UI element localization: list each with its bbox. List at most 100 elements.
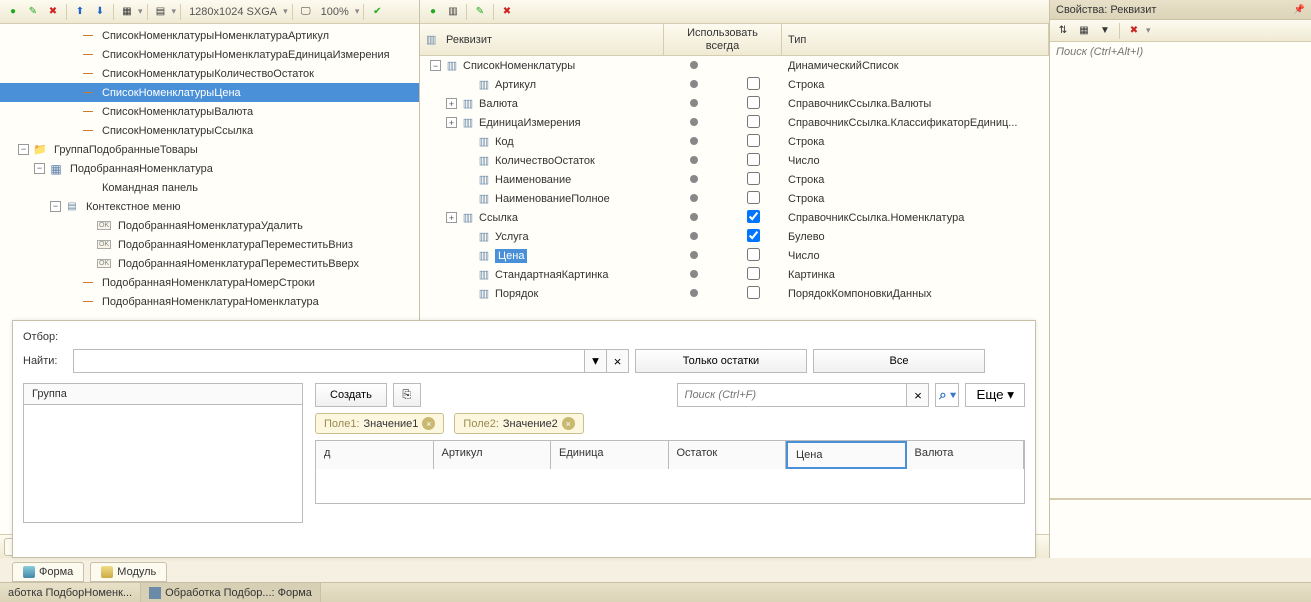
tree-toggle-icon[interactable] — [66, 68, 77, 79]
tree-item[interactable]: СписокНоменклатурыВалюта — [0, 102, 419, 121]
more-button[interactable]: Еще ▾ — [965, 383, 1025, 407]
tree-toggle-icon[interactable] — [82, 239, 93, 250]
col-type[interactable]: Тип — [782, 24, 1049, 55]
create-button[interactable]: Создать — [315, 383, 387, 407]
list-search-input[interactable] — [678, 384, 906, 406]
tree-item[interactable]: Командная панель — [0, 178, 419, 197]
col-attribute[interactable]: Реквизит — [420, 24, 664, 55]
zoom-selector[interactable]: 100% — [317, 6, 353, 18]
resolution-selector[interactable]: 1280x1024 SXGA — [185, 6, 281, 18]
tree-item[interactable]: −Контекстное меню — [0, 197, 419, 216]
tree-item[interactable]: СписокНоменклатурыСсылка — [0, 121, 419, 140]
group-list[interactable] — [23, 405, 303, 523]
column-header[interactable]: Артикул — [434, 441, 552, 469]
filter-chip-1[interactable]: Поле1: Значение1 × — [315, 413, 444, 434]
tree-toggle-icon[interactable] — [66, 87, 77, 98]
tab-module[interactable]: Модуль — [90, 562, 167, 582]
chip-close-icon[interactable]: × — [422, 417, 435, 430]
use-always-checkbox[interactable] — [747, 96, 760, 109]
up-icon[interactable]: ⬆ — [71, 3, 89, 21]
grid-row[interactable]: НаименованиеПолноеСтрока — [420, 189, 1049, 208]
only-balance-button[interactable]: Только остатки — [635, 349, 807, 373]
tree-item[interactable]: СписокНоменклатурыКоличествоОстаток — [0, 64, 419, 83]
tree-item[interactable]: СписокНоменклатурыНоменклатураАртикул — [0, 26, 419, 45]
find-dropdown-icon[interactable]: ▾ — [584, 350, 606, 372]
display-icon[interactable]: 🖵 — [297, 3, 315, 21]
all-button[interactable]: Все — [813, 349, 985, 373]
grid-toggle-icon[interactable]: + — [446, 98, 457, 109]
check-icon[interactable]: ✔ — [368, 3, 386, 21]
use-always-checkbox[interactable] — [747, 77, 760, 90]
use-always-checkbox[interactable] — [747, 267, 760, 280]
use-always-checkbox[interactable] — [747, 172, 760, 185]
tree-item[interactable]: OKПодобраннаяНоменклатураПереместитьВвер… — [0, 254, 419, 273]
dropdown-icon[interactable]: ▾ — [1146, 25, 1151, 36]
grid-row[interactable]: КоличествоОстатокЧисло — [420, 151, 1049, 170]
tree-toggle-icon[interactable]: − — [50, 201, 61, 212]
column-header[interactable]: Цена — [786, 441, 907, 469]
tree-toggle-icon[interactable]: − — [34, 163, 45, 174]
column-header[interactable]: Остаток — [669, 441, 787, 469]
tree-toggle-icon[interactable]: − — [18, 144, 29, 155]
tree-toggle-icon[interactable] — [66, 30, 77, 41]
grid-row[interactable]: УслугаБулево — [420, 227, 1049, 246]
sort-icon[interactable]: ⇅ — [1054, 22, 1072, 40]
tree-toggle-icon[interactable] — [66, 277, 77, 288]
columns-icon[interactable]: ▥ — [444, 3, 462, 21]
tab-form[interactable]: Форма — [12, 562, 84, 582]
tree-item[interactable]: ПодобраннаяНоменклатураНоменклатура — [0, 292, 419, 311]
use-always-checkbox[interactable] — [747, 286, 760, 299]
tree-toggle-icon[interactable] — [66, 296, 77, 307]
table-icon[interactable]: ▦ — [118, 3, 136, 21]
tree-toggle-icon[interactable] — [66, 49, 77, 60]
tree-toggle-icon[interactable] — [66, 125, 77, 136]
use-always-checkbox[interactable] — [747, 229, 760, 242]
grid-row[interactable]: −СписокНоменклатурыДинамическийСписок — [420, 56, 1049, 75]
properties-search-input[interactable] — [1050, 42, 1311, 62]
close-icon[interactable]: ✖ — [1125, 22, 1143, 40]
add-icon[interactable]: ● — [4, 3, 22, 21]
grid-row[interactable]: СтандартнаяКартинкаКартинка — [420, 265, 1049, 284]
use-always-checkbox[interactable] — [747, 210, 760, 223]
group-header[interactable]: Группа — [23, 383, 303, 405]
use-always-checkbox[interactable] — [747, 153, 760, 166]
form-icon[interactable]: ▤ — [152, 3, 170, 21]
tree-item[interactable]: OKПодобраннаяНоменклатураПереместитьВниз — [0, 235, 419, 254]
use-always-checkbox[interactable] — [747, 115, 760, 128]
add-icon[interactable]: ● — [424, 3, 442, 21]
pin-icon[interactable]: 📌 — [1294, 4, 1305, 15]
window-tab-2[interactable]: Обработка Подбор...: Форма — [141, 583, 321, 602]
grid-row[interactable]: АртикулСтрока — [420, 75, 1049, 94]
preview-table-body[interactable] — [316, 469, 1024, 503]
tree-toggle-icon[interactable] — [66, 106, 77, 117]
copy-icon[interactable]: ⎘ — [393, 383, 421, 407]
tree-toggle-icon[interactable] — [82, 258, 93, 269]
down-icon[interactable]: ⬇ — [91, 3, 109, 21]
tree-item[interactable]: ПодобраннаяНоменклатураНомерСтроки — [0, 273, 419, 292]
tree-toggle-icon[interactable] — [66, 182, 77, 193]
tree-item[interactable]: OKПодобраннаяНоменклатураУдалить — [0, 216, 419, 235]
window-tab-1[interactable]: аботка ПодборНоменк... — [0, 583, 141, 602]
use-always-checkbox[interactable] — [747, 191, 760, 204]
delete-icon[interactable]: ✖ — [498, 3, 516, 21]
grid-toggle-icon[interactable]: + — [446, 212, 457, 223]
filter-chip-2[interactable]: Поле2: Значение2 × — [454, 413, 583, 434]
categories-icon[interactable]: ▦ — [1075, 22, 1093, 40]
find-input[interactable] — [74, 350, 584, 372]
edit-icon[interactable]: ✎ — [24, 3, 42, 21]
grid-toggle-icon[interactable]: − — [430, 60, 441, 71]
filter-icon[interactable]: ▼ — [1096, 22, 1114, 40]
grid-row[interactable]: ЦенаЧисло — [420, 246, 1049, 265]
grid-row[interactable]: +СсылкаСправочникСсылка.Номенклатура — [420, 208, 1049, 227]
edit-icon[interactable]: ✎ — [471, 3, 489, 21]
use-always-checkbox[interactable] — [747, 134, 760, 147]
tree-item[interactable]: −ГруппаПодобранныеТовары — [0, 140, 419, 159]
tree-toggle-icon[interactable] — [82, 220, 93, 231]
tree-item[interactable]: СписокНоменклатурыЦена — [0, 83, 419, 102]
tree-item[interactable]: −ПодобраннаяНоменклатура — [0, 159, 419, 178]
tree-item[interactable]: СписокНоменклатурыНоменклатураЕдиницаИзм… — [0, 45, 419, 64]
column-header[interactable]: Единица — [551, 441, 669, 469]
grid-row[interactable]: КодСтрока — [420, 132, 1049, 151]
grid-row[interactable]: +ЕдиницаИзмеренияСправочникСсылка.Класси… — [420, 113, 1049, 132]
delete-icon[interactable]: ✖ — [44, 3, 62, 21]
